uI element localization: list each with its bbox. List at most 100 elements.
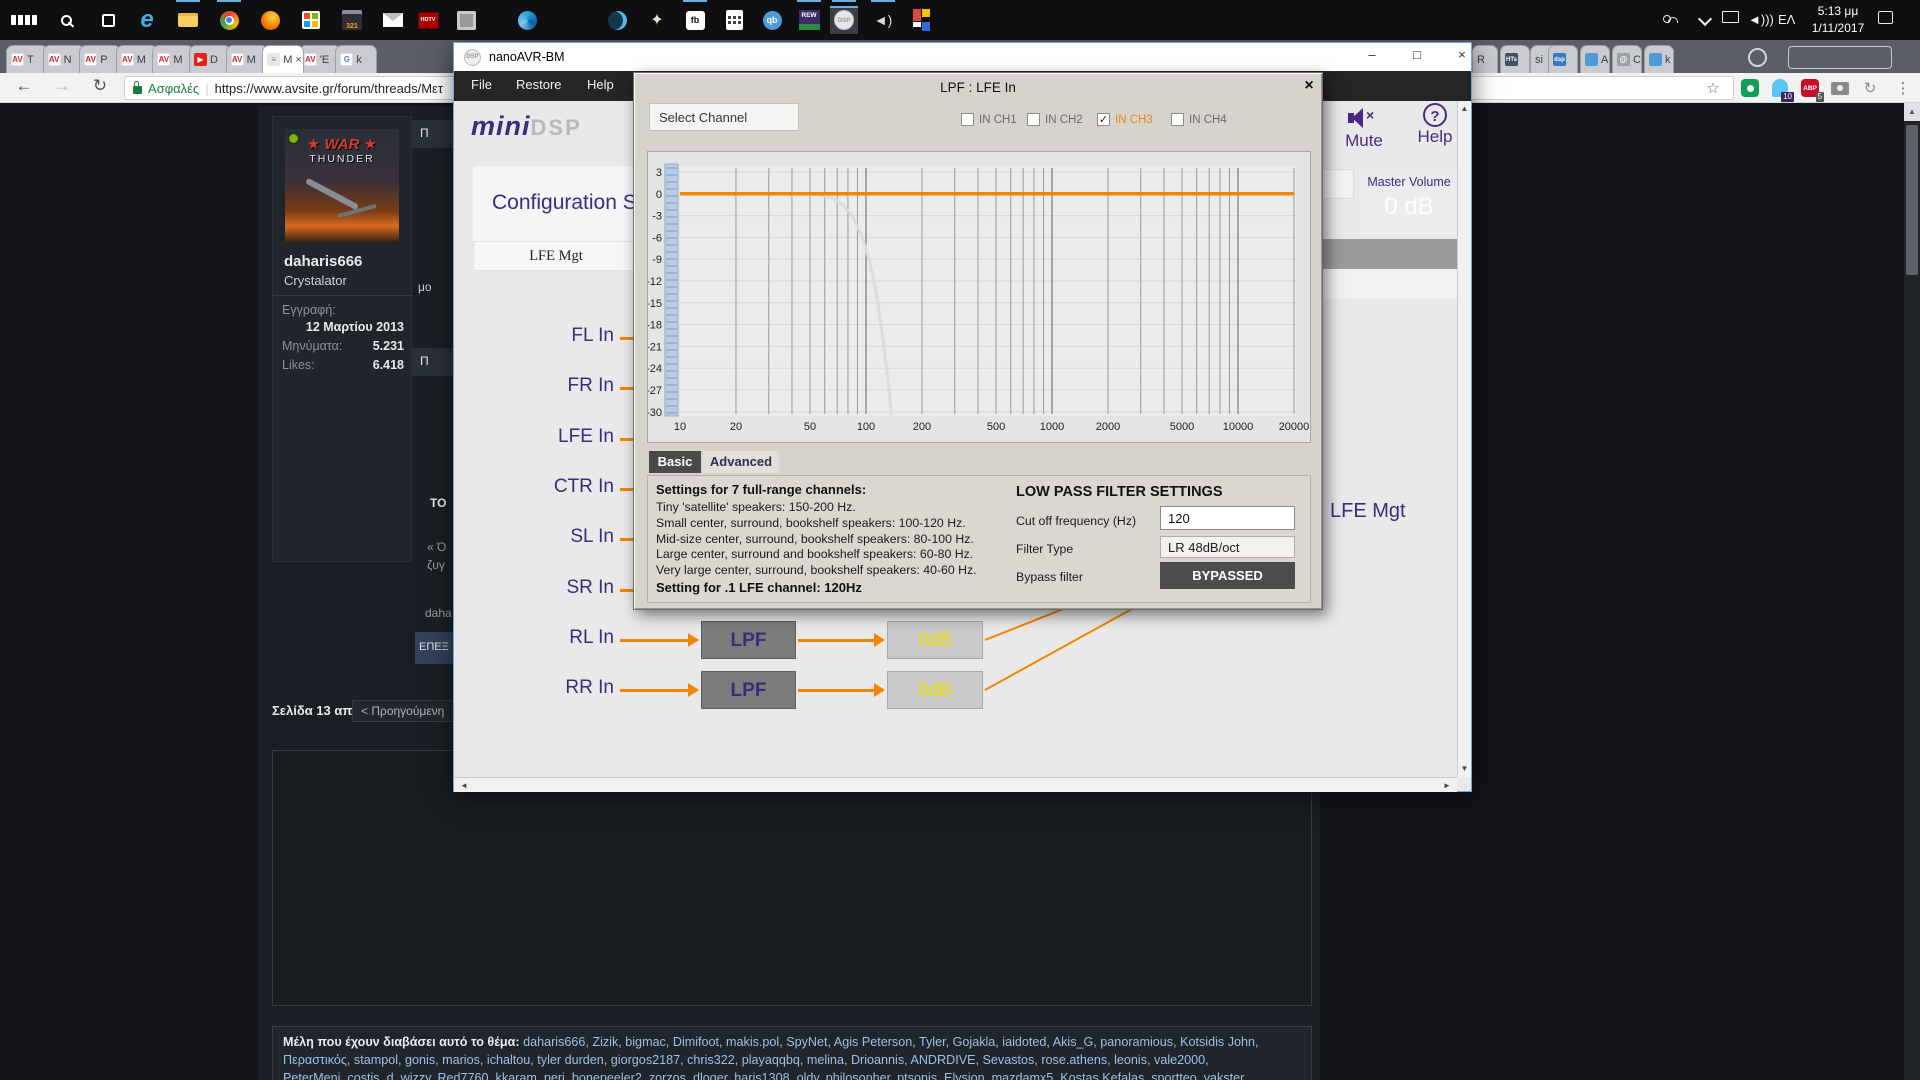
app-vertical-scrollbar[interactable]: ▲ ▼ [1457, 101, 1471, 777]
bypass-button[interactable]: BYPASSED [1160, 562, 1295, 589]
bypass-label: Bypass filter [1016, 570, 1083, 584]
app-horizontal-scrollbar[interactable]: ◄ ► [454, 777, 1457, 792]
browser-tab[interactable]: R [1472, 45, 1498, 73]
filter-type-label: Filter Type [1016, 542, 1074, 556]
browser-tab[interactable]: ≡ M × [262, 45, 305, 73]
taskbar-icon-minidsp[interactable]: DSP [830, 6, 858, 34]
taskbar-icon-desktop-blocks[interactable] [907, 6, 935, 34]
channel-label-fr-in[interactable]: FR In [502, 375, 614, 397]
gain-block[interactable]: 0dB [887, 621, 983, 659]
cutoff-input[interactable]: 120 [1160, 506, 1295, 530]
readers-links-2[interactable]: Περαστικός, stampol, gonis, marios, icha… [283, 1051, 1301, 1069]
browser-scroll-thumb[interactable] [1906, 125, 1918, 275]
browser-menu-icon[interactable]: ⋮ [1893, 78, 1913, 98]
taskbar-icon-chrome[interactable] [215, 6, 243, 34]
running-indicator [797, 0, 821, 2]
scroll-down-icon[interactable]: ▼ [1458, 761, 1471, 777]
tray-volume-icon[interactable]: ◄))) [1748, 12, 1774, 27]
tab-basic[interactable]: Basic [649, 451, 701, 473]
browser-tab[interactable]: HTs [1500, 45, 1530, 73]
browser-tab[interactable]: Gk [335, 45, 378, 73]
taskbar-icon-qbittorrent[interactable]: qb [758, 6, 786, 34]
channel-label-fl-in[interactable]: FL In [502, 325, 614, 347]
scroll-left-icon[interactable]: ◄ [456, 778, 472, 793]
adblock-plus-extension-icon[interactable]: ABP 5 [1800, 78, 1824, 102]
taskbar-icon-daemon-swirl[interactable] [603, 6, 631, 34]
browser-tab[interactable]: A [1580, 45, 1610, 73]
tab-strip-box[interactable] [1788, 46, 1892, 69]
tab-close-icon[interactable]: × [295, 54, 301, 66]
tab-advanced[interactable]: Advanced [703, 451, 779, 473]
info-footer: Setting for .1 LFE channel: 120Hz [656, 580, 862, 595]
checkbox-in-ch1[interactable] [961, 113, 974, 126]
lfe-output-label[interactable]: LFE Mgt [1330, 500, 1406, 523]
ghostery-extension-icon[interactable]: 10 [1770, 78, 1794, 102]
tray-people-icon[interactable] [1663, 10, 1678, 28]
taskbar-icon-foobar2000[interactable]: fb [681, 6, 709, 34]
readers-links-1[interactable]: daharis666, Zizik, bigmac, Dimifoot, mak… [523, 1035, 1258, 1049]
reload-button[interactable]: ↻ [88, 76, 112, 96]
scroll-up-icon[interactable]: ▲ [1458, 101, 1471, 117]
channel-label-rr-in[interactable]: RR In [502, 677, 614, 699]
taskbar-icon-task-view[interactable] [94, 6, 122, 34]
checkbox-in-ch3[interactable]: ✓ [1097, 113, 1110, 126]
taskbar-icon-firefox[interactable] [256, 6, 284, 34]
lpf-block[interactable]: LPF [701, 671, 796, 709]
taskbar-icon-store[interactable] [297, 6, 325, 34]
tray-language[interactable]: ΕΛ [1778, 12, 1795, 27]
screenshot-extension-icon[interactable] [1830, 78, 1850, 98]
edit-button-fragment[interactable]: ΕΠΕΞ [415, 632, 453, 664]
taskbar-icon-search[interactable] [52, 6, 80, 34]
action-center-icon[interactable] [1878, 11, 1893, 24]
taskbar-icon-app-gray[interactable] [452, 6, 480, 34]
back-button[interactable]: ← [12, 76, 36, 96]
taskbar-icon-mail[interactable] [379, 6, 407, 34]
taskbar-icon-media-swirl[interactable] [513, 6, 541, 34]
browser-scrollbar[interactable]: ▲ [1904, 103, 1920, 1080]
tray-network-icon[interactable] [1722, 11, 1739, 23]
taskbar-icon-game-star[interactable]: ✦ [643, 6, 671, 34]
taskbar-icon-kmplayer[interactable]: 321 [338, 6, 366, 34]
svg-text:-6: -6 [652, 232, 662, 244]
dialog-close-icon[interactable]: × [1300, 77, 1318, 95]
gain-block[interactable]: 0dB [887, 671, 983, 709]
browser-tab[interactable]: AV T [6, 45, 48, 73]
browser-tab[interactable]: @ C [1612, 45, 1642, 73]
channel-label-ctr-in[interactable]: CTR In [502, 476, 614, 498]
checkbox-in-ch4[interactable] [1171, 113, 1184, 126]
taskbar-icon-edge[interactable]: e [133, 6, 161, 34]
lpf-block[interactable]: LPF [701, 621, 796, 659]
profile-icon[interactable] [1748, 48, 1767, 67]
taskbar-icon-hdtv[interactable]: HDTV [414, 6, 442, 34]
refresh-extension-icon[interactable]: ↻ [1860, 78, 1880, 98]
readers-links-3[interactable]: PeterMeni, costis_d, wizzy, Red7760, kka… [283, 1069, 1301, 1080]
bookmark-star-icon[interactable]: ☆ [1703, 78, 1723, 98]
forward-button[interactable]: → [50, 76, 74, 96]
taskbar-icon-file-explorer[interactable] [174, 6, 202, 34]
channel-label-sr-in[interactable]: SR In [502, 577, 614, 599]
channel-label-rl-in[interactable]: RL In [502, 627, 614, 649]
browser-tab[interactable]: AV P [79, 45, 122, 73]
channel-label-lfe-in[interactable]: LFE In [502, 426, 614, 448]
select-channel-box[interactable]: Select Channel [649, 103, 799, 131]
checkbox-label: IN CH1 [979, 114, 1017, 126]
tray-clock[interactable]: 5:13 μμ 1/11/2017 [1806, 3, 1870, 37]
taskbar-icon-volume-app[interactable]: ◄) [869, 6, 897, 34]
checkbox-in-ch2[interactable] [1027, 113, 1040, 126]
scroll-right-icon[interactable]: ► [1439, 778, 1455, 793]
adguard-extension-icon[interactable] [1740, 78, 1760, 98]
scroll-up-icon[interactable]: ▲ [1904, 103, 1920, 121]
avatar[interactable]: ★ WAR ★ THUNDER [285, 129, 399, 243]
taskbar-icon-calculator[interactable] [720, 6, 748, 34]
svg-text:-3: -3 [652, 211, 662, 223]
browser-tab[interactable]: ▶ D [189, 45, 231, 73]
filter-type-select[interactable]: LR 48dB/oct [1160, 536, 1295, 558]
taskbar-icon-rew[interactable]: REW [795, 6, 823, 34]
prev-page-button[interactable]: < Προηγούμενη [352, 700, 456, 722]
channel-label-sl-in[interactable]: SL In [502, 526, 614, 548]
browser-tab[interactable]: dsp [1548, 45, 1578, 73]
member-name[interactable]: daharis666 [284, 253, 362, 270]
taskbar-icon-start[interactable] [10, 6, 38, 34]
tray-chevron-icon[interactable] [1697, 11, 1713, 27]
browser-tab[interactable]: k [1644, 45, 1674, 73]
